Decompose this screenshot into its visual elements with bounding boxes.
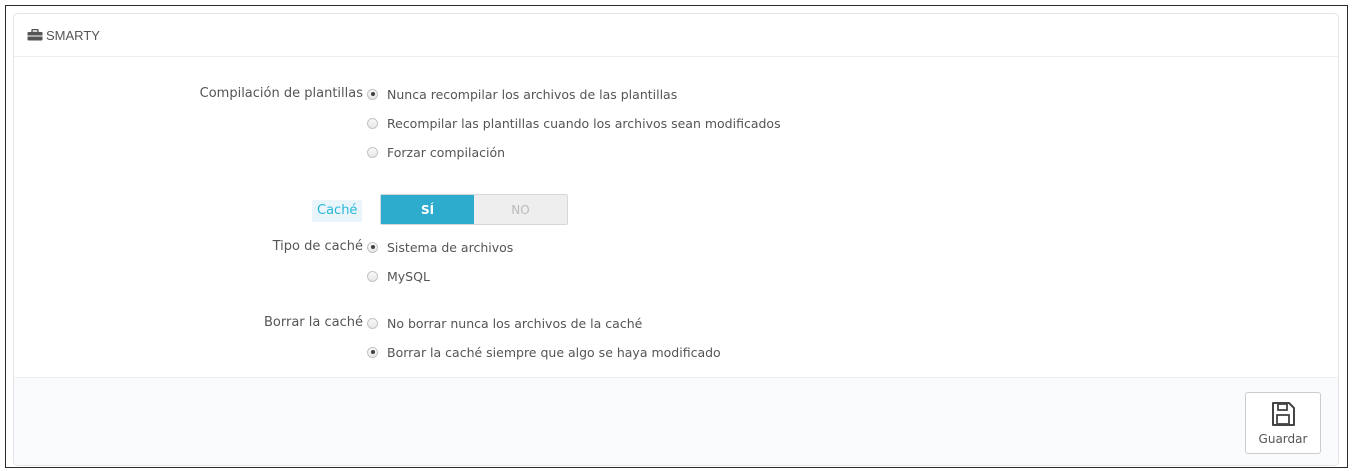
floppy-disk-icon bbox=[1270, 401, 1296, 427]
radio-option-force-compile[interactable]: Forzar compilación bbox=[367, 141, 505, 163]
panel-title: SMARTY bbox=[46, 27, 100, 43]
save-button-label: Guardar bbox=[1258, 431, 1308, 446]
panel-heading: SMARTY bbox=[14, 14, 1338, 57]
radio-option-filesystem[interactable]: Sistema de archivos bbox=[367, 236, 513, 258]
radio-option-mysql[interactable]: MySQL bbox=[367, 265, 430, 287]
briefcase-icon bbox=[27, 29, 43, 41]
template-compilation-label: Compilación de plantillas bbox=[199, 86, 363, 101]
radio-button-checked[interactable] bbox=[367, 346, 378, 358]
radio-label: Recompilar las plantillas cuando los arc… bbox=[387, 115, 781, 131]
radio-label: Borrar la caché siempre que algo se haya… bbox=[387, 344, 721, 360]
radio-option-never-recompile[interactable]: Nunca recompilar los archivos de las pla… bbox=[367, 83, 677, 105]
radio-label: MySQL bbox=[387, 268, 430, 284]
panel-footer: Guardar bbox=[14, 377, 1338, 465]
radio-label: No borrar nunca los archivos de la caché bbox=[387, 315, 643, 331]
radio-label: Forzar compilación bbox=[387, 144, 506, 160]
radio-button[interactable] bbox=[367, 117, 378, 129]
smarty-panel: SMARTY Compilación de plantillas Nunca r… bbox=[13, 13, 1339, 466]
radio-button[interactable] bbox=[367, 146, 378, 158]
cache-toggle[interactable]: SÍ NO bbox=[380, 194, 568, 225]
cache-toggle-no[interactable]: NO bbox=[474, 195, 567, 224]
clear-cache-row: Borrar la caché No borrar nunca los arch… bbox=[14, 312, 1338, 360]
template-compilation-row: Compilación de plantillas Nunca recompil… bbox=[14, 83, 1338, 160]
radio-option-never-clear[interactable]: No borrar nunca los archivos de la caché bbox=[367, 312, 642, 334]
cache-label: Caché bbox=[312, 200, 363, 222]
radio-button[interactable] bbox=[367, 270, 378, 282]
cache-type-label: Tipo de caché bbox=[272, 239, 363, 254]
cache-toggle-yes[interactable]: SÍ bbox=[381, 195, 474, 224]
radio-button-checked[interactable] bbox=[367, 88, 378, 100]
radio-option-recompile-modified[interactable]: Recompilar las plantillas cuando los arc… bbox=[367, 112, 781, 134]
radio-label: Sistema de archivos bbox=[387, 239, 514, 255]
radio-option-clear-on-modify[interactable]: Borrar la caché siempre que algo se haya… bbox=[367, 341, 721, 363]
save-button[interactable]: Guardar bbox=[1245, 392, 1321, 454]
radio-button-checked[interactable] bbox=[367, 241, 378, 253]
radio-label: Nunca recompilar los archivos de las pla… bbox=[387, 86, 678, 102]
cache-type-row: Tipo de caché Sistema de archivos MySQL bbox=[14, 236, 1338, 284]
radio-button[interactable] bbox=[367, 317, 378, 329]
clear-cache-label: Borrar la caché bbox=[264, 315, 363, 330]
